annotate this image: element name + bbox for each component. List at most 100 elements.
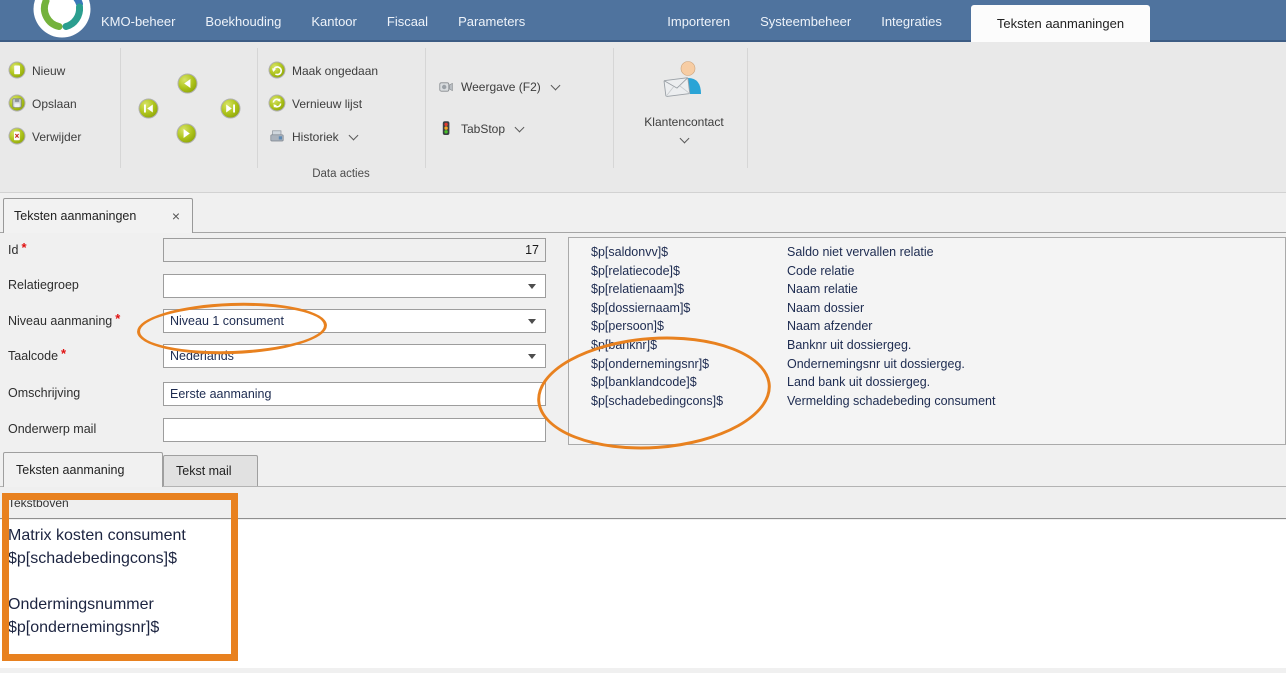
combo-arrow-icon[interactable] — [528, 354, 536, 359]
menu-tab-parameters[interactable]: Parameters — [443, 14, 540, 29]
ribbon-toolbar: Nieuw Opslaan Verwijder Maak ongedaan Ve… — [0, 42, 1286, 193]
combo-arrow-icon[interactable] — [528, 284, 536, 289]
camera-icon — [437, 77, 455, 98]
tabstop-dropdown-button[interactable]: TabStop — [437, 118, 523, 140]
editor-section-title: Tekstboven — [8, 496, 69, 510]
placeholder-description: Naam afzender — [787, 317, 1285, 336]
new-record-icon — [8, 61, 26, 82]
omschrijving-field[interactable] — [163, 382, 546, 406]
field-label-niveau-aanmaning: Niveau aanmaning* — [8, 313, 120, 328]
menu-tab-integraties[interactable]: Integraties — [866, 14, 957, 29]
history-dropdown-button[interactable]: Historiek — [268, 126, 357, 148]
tabstop-button-label: TabStop — [461, 122, 505, 136]
refresh-list-button[interactable]: Vernieuw lijst — [268, 93, 362, 115]
field-label-onderwerp-mail: Onderwerp mail — [8, 422, 96, 436]
menu-tab-kantoor[interactable]: Kantoor — [296, 14, 372, 29]
history-button-label: Historiek — [292, 130, 339, 144]
placeholder-row: $p[ondernemingsnr]$Ondernemingsnr uit do… — [591, 355, 1285, 374]
delete-button[interactable]: Verwijder — [8, 126, 81, 148]
relatiegroep-combobox[interactable] — [163, 274, 546, 298]
tab-tekst-mail[interactable]: Tekst mail — [163, 455, 258, 486]
placeholder-description: Saldo niet vervallen relatie — [787, 243, 1285, 262]
placeholder-row: $p[relatiecode]$Code relatie — [591, 262, 1285, 281]
placeholder-description: Ondernemingsnr uit dossiergeg. — [787, 355, 1285, 374]
menu-tab-systeembeheer[interactable]: Systeembeheer — [745, 14, 866, 29]
required-marker-icon: * — [115, 311, 120, 326]
undo-button[interactable]: Maak ongedaan — [268, 60, 378, 82]
tekstboven-textarea[interactable]: Matrix kosten consument $p[schadebedingc… — [0, 520, 1286, 668]
first-record-button[interactable] — [138, 98, 159, 119]
view-button-label: Weergave (F2) — [461, 80, 541, 94]
required-marker-icon: * — [21, 240, 26, 255]
chevron-down-icon — [550, 81, 560, 91]
customer-contact-button[interactable]: Klantencontact — [620, 42, 748, 186]
traffic-light-icon — [437, 119, 455, 140]
placeholder-code: $p[schadebedingcons]$ — [591, 392, 787, 411]
new-button[interactable]: Nieuw — [8, 60, 65, 82]
menu-tab-boekhouding[interactable]: Boekhouding — [190, 14, 296, 29]
placeholder-code: $p[saldonvv]$ — [591, 243, 787, 262]
chevron-down-icon — [348, 131, 358, 141]
placeholder-row: $p[relatienaam]$Naam relatie — [591, 280, 1285, 299]
document-tab-teksten-aanmaningen[interactable]: Teksten aanmaningen × — [3, 198, 193, 233]
undo-button-label: Maak ongedaan — [292, 64, 378, 78]
menu-tab-teksten-aanmaningen-active[interactable]: Teksten aanmaningen — [971, 5, 1150, 42]
placeholder-code: $p[dossiernaam]$ — [591, 299, 787, 318]
placeholder-description: Vermelding schadebeding consument — [787, 392, 1285, 411]
document-tab-label: Teksten aanmaningen — [14, 209, 136, 223]
field-label-taalcode: Taalcode* — [8, 348, 66, 363]
ribbon-separator — [613, 48, 614, 168]
view-dropdown-button[interactable]: Weergave (F2) — [437, 76, 559, 98]
editor-section-header: Tekstboven — [0, 487, 1286, 519]
save-button-label: Opslaan — [32, 97, 77, 111]
placeholder-code: $p[relatienaam]$ — [591, 280, 787, 299]
required-marker-icon: * — [61, 346, 66, 361]
taalcode-combobox[interactable] — [163, 344, 546, 368]
placeholder-row: $p[banknr]$Banknr uit dossiergeg. — [591, 336, 1285, 355]
customer-contact-icon — [661, 58, 707, 109]
chevron-down-icon — [679, 134, 689, 144]
field-label-text: Taalcode — [8, 349, 58, 363]
save-icon — [8, 94, 26, 115]
placeholder-code: $p[ondernemingsnr]$ — [591, 355, 787, 374]
editor-area: Matrix kosten consument $p[schadebedingc… — [0, 520, 1286, 668]
placeholder-row: $p[schadebedingcons]$Vermelding schadebe… — [591, 392, 1285, 411]
app-logo-icon: a — [33, 0, 91, 38]
onderwerp-mail-field[interactable] — [163, 418, 546, 442]
placeholder-code: $p[banknr]$ — [591, 336, 787, 355]
menu-tab-list: KMO-beheer Boekhouding Kantoor Fiscaal P… — [86, 0, 1150, 42]
placeholder-row: $p[dossiernaam]$Naam dossier — [591, 299, 1285, 318]
previous-record-button[interactable] — [177, 73, 198, 94]
field-label-relatiegroep: Relatiegroep — [8, 278, 79, 292]
placeholder-row: $p[banklandcode]$Land bank uit dossierge… — [591, 373, 1285, 392]
refresh-list-button-label: Vernieuw lijst — [292, 97, 362, 111]
new-button-label: Nieuw — [32, 64, 65, 78]
id-field[interactable] — [163, 238, 546, 262]
ribbon-group-label: Data acties — [257, 168, 425, 180]
close-tab-icon[interactable]: × — [172, 209, 180, 223]
menu-tab-kmo-beheer[interactable]: KMO-beheer — [86, 14, 190, 29]
placeholder-description: Naam relatie — [787, 280, 1285, 299]
refresh-icon — [268, 94, 286, 115]
field-label-omschrijving: Omschrijving — [8, 386, 80, 400]
ribbon-separator — [425, 48, 426, 168]
niveau-aanmaning-combobox[interactable] — [163, 309, 546, 333]
placeholder-code: $p[banklandcode]$ — [591, 373, 787, 392]
delete-button-label: Verwijder — [32, 130, 81, 144]
menu-bar: KMO-beheer Boekhouding Kantoor Fiscaal P… — [0, 0, 1286, 42]
placeholder-code: $p[relatiecode]$ — [591, 262, 787, 281]
menu-tab-importeren[interactable]: Importeren — [652, 14, 745, 29]
combo-arrow-icon[interactable] — [528, 319, 536, 324]
customer-contact-label: Klantencontact — [644, 115, 723, 129]
menu-tab-fiscaal[interactable]: Fiscaal — [372, 14, 443, 29]
ribbon-separator — [257, 48, 258, 168]
save-button[interactable]: Opslaan — [8, 93, 77, 115]
chevron-down-icon — [515, 123, 525, 133]
placeholder-description: Land bank uit dossiergeg. — [787, 373, 1285, 392]
next-record-button[interactable] — [176, 123, 197, 144]
field-label-text: Niveau aanmaning — [8, 314, 112, 328]
last-record-button[interactable] — [220, 98, 241, 119]
placeholder-legend-panel: $p[saldonvv]$Saldo niet vervallen relati… — [568, 237, 1286, 445]
placeholder-description: Banknr uit dossiergeg. — [787, 336, 1285, 355]
tab-teksten-aanmaning[interactable]: Teksten aanmaning — [3, 452, 163, 487]
